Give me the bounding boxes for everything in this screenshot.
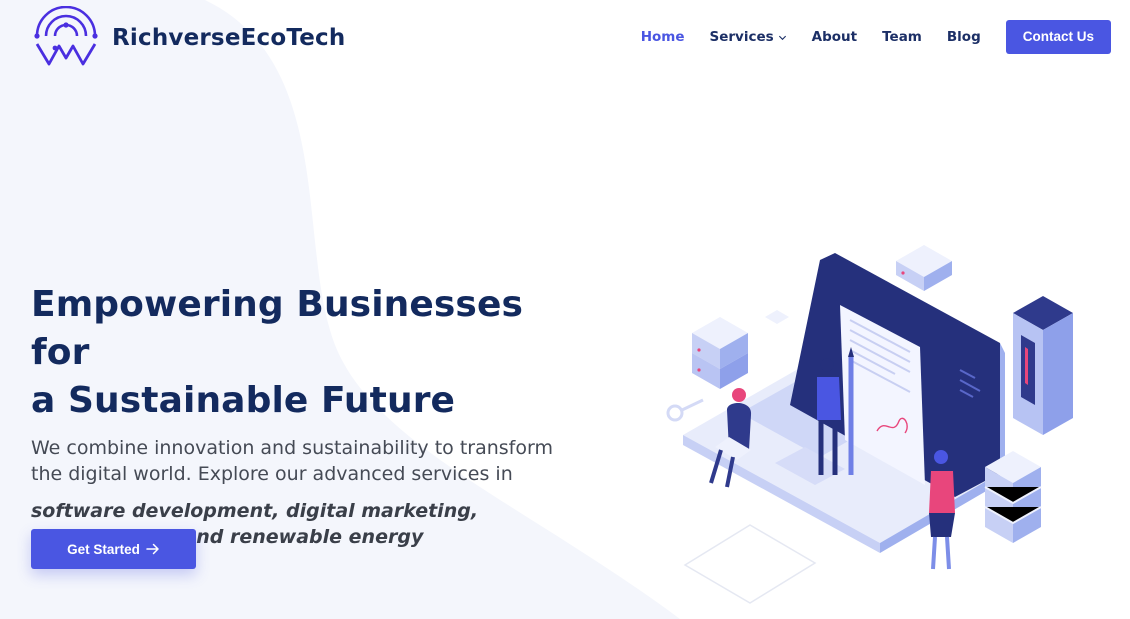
hero-illustration xyxy=(666,245,1073,604)
server-tower-right xyxy=(1013,296,1073,435)
main-nav: Home Services About Team Blog Contact Us xyxy=(641,20,1111,54)
floor-tile xyxy=(683,524,817,604)
nav-services[interactable]: Services xyxy=(710,29,787,45)
nav-about[interactable]: About xyxy=(812,29,857,45)
key-icon xyxy=(666,398,704,422)
logo-icon xyxy=(34,6,98,66)
nav-services-label: Services xyxy=(709,29,774,45)
arrow-right-icon xyxy=(146,543,159,555)
page: RichverseEcoTech Home Services About Tea… xyxy=(0,0,1130,619)
nav-blog[interactable]: Blog xyxy=(947,29,981,45)
hero-title-line-1: Empowering Businesses for xyxy=(31,284,523,373)
hero-section: Empowering Businesses for a Sustainable … xyxy=(31,281,591,550)
brand-name: RichverseEcoTech xyxy=(112,25,346,51)
hero-description-line-1: We combine innovation and sustainability… xyxy=(31,437,553,459)
nav-home[interactable]: Home xyxy=(641,29,685,45)
hero-title-line-2: a Sustainable Future xyxy=(31,380,456,421)
hero-description-line-2: the digital world. Explore our advanced … xyxy=(31,463,513,485)
get-started-label: Get Started xyxy=(67,541,140,557)
hero-services-line-1: software development, digital marketing, xyxy=(31,500,479,522)
nav-team[interactable]: Team xyxy=(882,29,922,45)
server-stack-right xyxy=(984,451,1042,543)
chevron-down-icon xyxy=(778,35,786,40)
brand[interactable]: RichverseEcoTech xyxy=(28,6,345,70)
get-started-button[interactable]: Get Started xyxy=(31,529,196,569)
server-stack-left xyxy=(692,317,748,389)
contact-us-button[interactable]: Contact Us xyxy=(1005,20,1111,54)
hero-description: We combine innovation and sustainability… xyxy=(31,435,591,487)
header: RichverseEcoTech Home Services About Tea… xyxy=(0,0,1130,76)
server-top xyxy=(896,245,952,291)
hero-title: Empowering Businesses for a Sustainable … xyxy=(31,281,591,425)
